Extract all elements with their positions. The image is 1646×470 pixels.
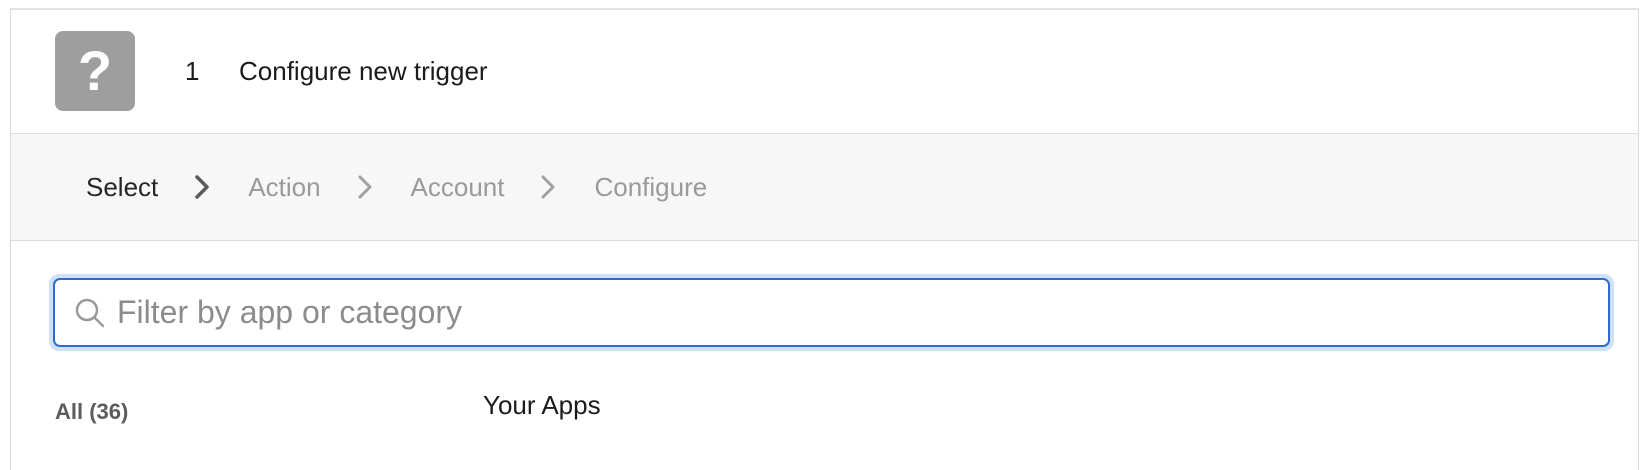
step-action[interactable]: Action [248,170,320,204]
trigger-card: ? 1 Configure new trigger Select Action … [10,8,1639,470]
stepper-breadcrumb: Select Action Account Configure [11,134,1638,241]
chevron-right-icon [532,170,566,204]
step-configure[interactable]: Configure [594,170,707,204]
question-mark-icon[interactable]: ? [55,31,135,111]
step-number: 1 [185,56,200,86]
search-input[interactable] [117,280,1597,345]
chevron-right-icon [349,170,383,204]
trigger-header: ? 1 Configure new trigger [11,10,1638,134]
page: ? 1 Configure new trigger Select Action … [0,0,1646,470]
stepper-row: Select Action Account Configure [86,170,707,204]
search-icon [73,296,107,330]
step-account[interactable]: Account [411,170,505,204]
search-focus-ring [49,274,1614,351]
search-box[interactable] [53,278,1610,347]
chevron-right-icon [186,170,220,204]
section-heading-your-apps: Your Apps [483,390,601,420]
step-title: Configure new trigger [239,56,488,86]
step-select[interactable]: Select [86,170,158,204]
filter-all[interactable]: All (36) [55,399,128,425]
